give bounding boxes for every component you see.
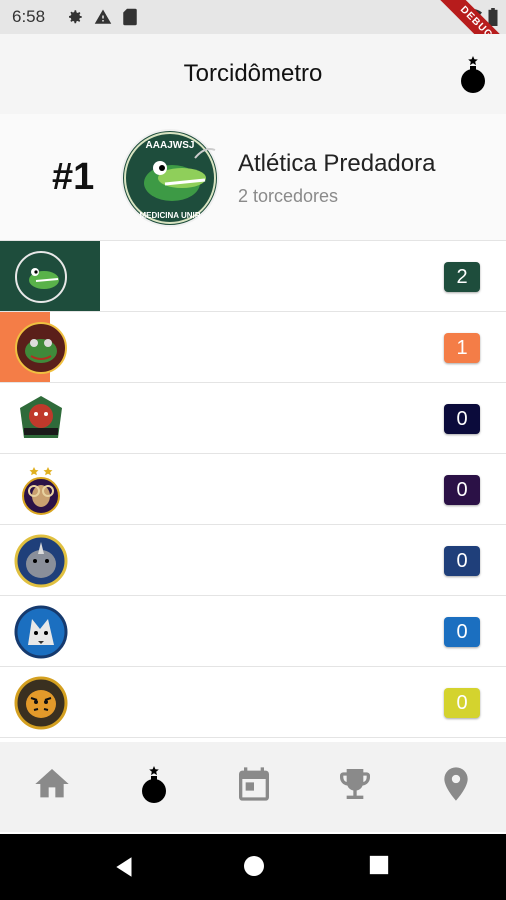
- team-row[interactable]: 2: [0, 241, 506, 312]
- system-navigation-bar: [0, 834, 506, 900]
- location-icon[interactable]: [436, 764, 476, 804]
- team-row[interactable]: 1: [0, 312, 506, 383]
- team-row[interactable]: 0: [0, 667, 506, 738]
- bomb-icon[interactable]: [458, 54, 488, 94]
- bottom-navigation: [0, 742, 506, 832]
- score-badge: 2: [444, 262, 480, 292]
- trophy-icon[interactable]: [335, 764, 375, 804]
- warning-icon: [94, 9, 112, 24]
- home-system-icon[interactable]: [242, 854, 266, 878]
- team-logo-frog: [15, 322, 67, 374]
- recents-icon[interactable]: [368, 854, 390, 876]
- svg-text:MEDICINA UNIR: MEDICINA UNIR: [139, 211, 200, 220]
- team-logo-rhino: [14, 534, 68, 588]
- team-row[interactable]: 0: [0, 525, 506, 596]
- leader-team-name: Atlética Predadora: [238, 150, 436, 177]
- sd-card-icon: [123, 8, 137, 26]
- bomb-icon[interactable]: [134, 764, 174, 804]
- page-title: Torcidômetro: [183, 60, 323, 87]
- team-logo-red-beast: [20, 396, 62, 438]
- score-badge: 0: [444, 546, 480, 576]
- status-time: 6:58: [12, 7, 46, 26]
- score-badge: 1: [444, 333, 480, 363]
- status-bar: 6:58 DEBUG: [0, 0, 506, 72]
- team-logo-tiger: [14, 676, 68, 730]
- app-bar: Torcidômetro: [0, 34, 506, 114]
- score-badge: 0: [444, 617, 480, 647]
- gear-icon: [69, 10, 82, 24]
- team-row[interactable]: 0: [0, 383, 506, 454]
- score-badge: 0: [444, 688, 480, 718]
- team-logo-wolf: [14, 605, 68, 659]
- team-list[interactable]: 2 1 0 0 0 0 0: [0, 241, 506, 741]
- team-logo-gator: [15, 251, 67, 303]
- leader-supporters: 2 torcedores: [238, 186, 339, 206]
- score-badge: 0: [444, 475, 480, 505]
- team-logo-ram: [22, 467, 60, 515]
- score-badge: 0: [444, 404, 480, 434]
- calendar-icon[interactable]: [234, 764, 274, 804]
- leader-rank: #1: [52, 156, 95, 198]
- home-icon[interactable]: [32, 764, 72, 804]
- svg-text:AAAJWSJ: AAAJWSJ: [146, 140, 195, 151]
- team-row[interactable]: 0: [0, 454, 506, 525]
- team-row[interactable]: 0: [0, 596, 506, 667]
- leader-card[interactable]: #1 AAAJWSJ MEDICINA UNIR Atlética Predad…: [0, 114, 506, 241]
- back-icon[interactable]: [112, 854, 138, 880]
- leader-team-logo: AAAJWSJ MEDICINA UNIR: [121, 129, 219, 227]
